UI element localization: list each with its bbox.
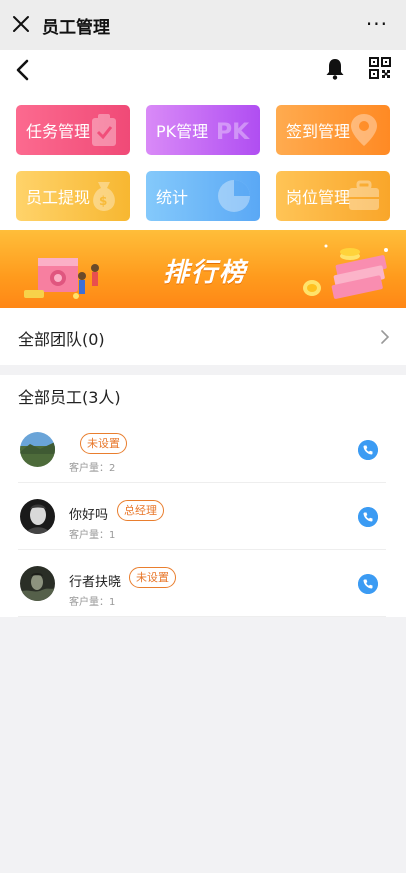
role-badge: 未设置 bbox=[80, 433, 127, 454]
svg-text:$: $ bbox=[99, 194, 107, 208]
role-badge: 总经理 bbox=[117, 500, 164, 521]
all-teams-row[interactable]: 全部团队(0) bbox=[0, 308, 406, 365]
close-icon[interactable] bbox=[11, 14, 31, 34]
pk-icon: PK bbox=[216, 120, 250, 145]
tile-label: 员工提现 bbox=[26, 188, 91, 207]
pie-chart-icon bbox=[218, 180, 250, 212]
task-management-tile[interactable]: 任务管理 bbox=[16, 105, 130, 155]
navbar bbox=[0, 50, 406, 90]
money-bag-icon: $ bbox=[93, 182, 115, 211]
staff-row[interactable]: 行者扶晓 未设置 客户量：1 bbox=[18, 550, 386, 617]
tile-label: 任务管理 bbox=[26, 122, 91, 141]
location-pin-icon bbox=[351, 114, 377, 146]
back-icon[interactable] bbox=[12, 58, 34, 82]
phone-call-icon[interactable] bbox=[358, 440, 378, 460]
banner-illustration-right bbox=[303, 244, 388, 299]
bell-icon[interactable] bbox=[323, 57, 347, 81]
tile-label: 统计 bbox=[156, 188, 189, 207]
staff-name: 行者扶晓 bbox=[69, 575, 122, 590]
all-teams-label: 全部团队(0) bbox=[18, 330, 105, 349]
staff-row[interactable]: 你好吗 总经理 客户量：1 bbox=[18, 483, 386, 550]
staff-list: 全部员工(3人) 未设置 客户量：2 你好吗 总经理 客户量：1 行者扶晓 未设… bbox=[0, 375, 406, 617]
banner-illustration-left bbox=[24, 258, 99, 299]
customer-count: 客户量：2 bbox=[69, 463, 116, 474]
page-title: 员工管理 bbox=[42, 18, 110, 38]
clipboard-icon bbox=[92, 114, 116, 146]
qr-code-icon[interactable] bbox=[369, 57, 391, 79]
tile-label: 签到管理 bbox=[286, 122, 351, 141]
more-icon[interactable]: ··· bbox=[366, 14, 388, 34]
tile-label: PK管理 bbox=[156, 122, 209, 141]
tile-label: 岗位管理 bbox=[286, 188, 351, 207]
briefcase-icon bbox=[349, 180, 379, 210]
avatar bbox=[20, 432, 55, 467]
checkin-management-tile[interactable]: 签到管理 bbox=[276, 105, 390, 155]
staff-list-header: 全部员工(3人) bbox=[18, 388, 121, 407]
staff-withdraw-tile[interactable]: 员工提现 $ bbox=[16, 171, 130, 221]
leaderboard-banner[interactable]: 排行榜 bbox=[0, 230, 406, 308]
staff-name: 你好吗 bbox=[69, 508, 109, 523]
role-badge: 未设置 bbox=[129, 567, 176, 588]
avatar bbox=[20, 499, 55, 534]
customer-count: 客户量：1 bbox=[69, 597, 116, 608]
chevron-right-icon bbox=[381, 330, 390, 344]
pk-management-tile[interactable]: PK管理 PK bbox=[146, 105, 260, 155]
statistics-tile[interactable]: 统计 bbox=[146, 171, 260, 221]
function-grid: 任务管理 PK管理 PK 签到管理 员工提现 $ 统计 岗位管理 bbox=[0, 90, 406, 230]
svg-text:PK: PK bbox=[216, 120, 250, 145]
staff-row[interactable]: 未设置 客户量：2 bbox=[18, 416, 386, 483]
position-management-tile[interactable]: 岗位管理 bbox=[276, 171, 390, 221]
phone-call-icon[interactable] bbox=[358, 574, 378, 594]
banner-title: 排行榜 bbox=[163, 258, 248, 288]
customer-count: 客户量：1 bbox=[69, 530, 116, 541]
avatar bbox=[20, 566, 55, 601]
phone-call-icon[interactable] bbox=[358, 507, 378, 527]
window-titlebar: 员工管理 ··· bbox=[0, 0, 406, 50]
